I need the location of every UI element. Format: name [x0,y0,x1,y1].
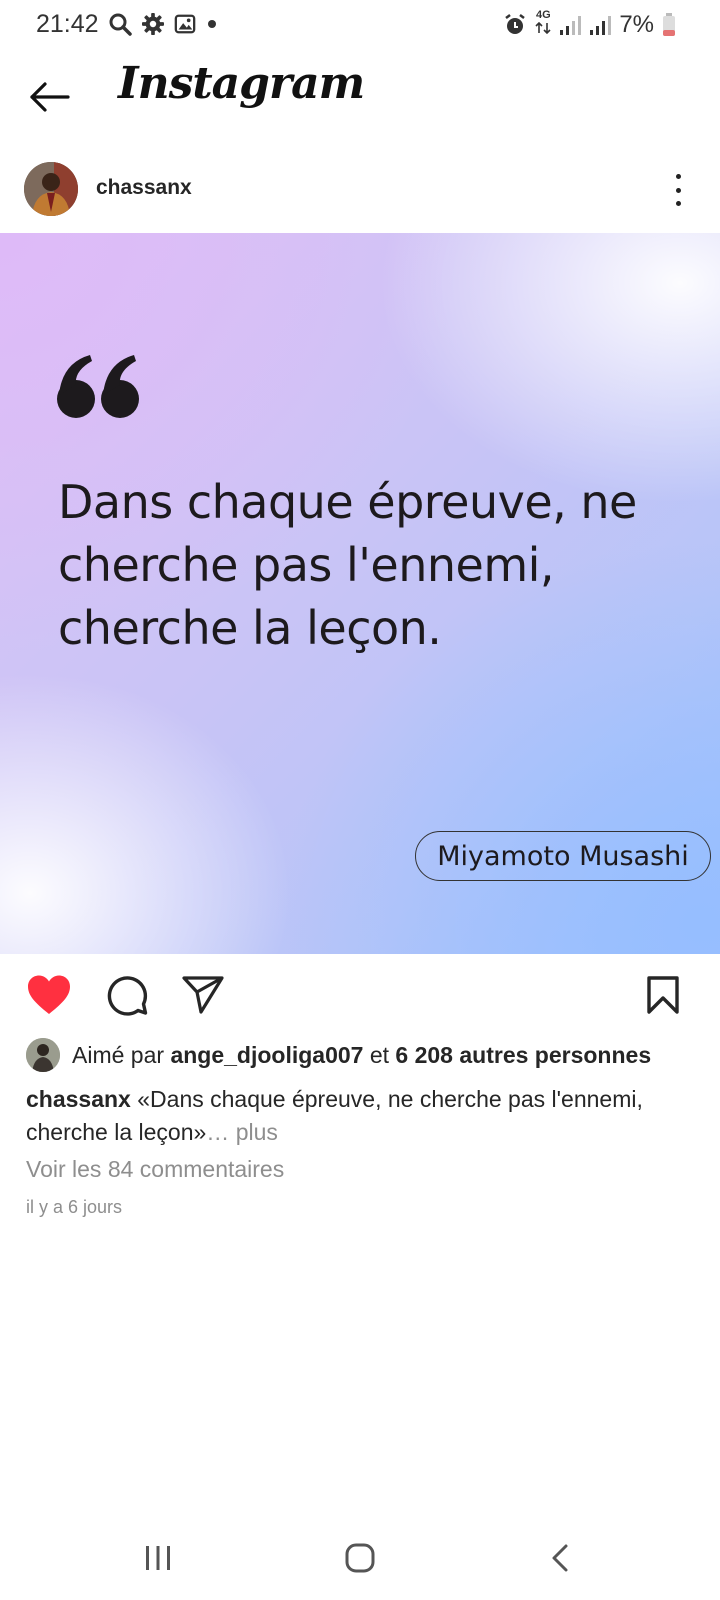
quote-line: Dans chaque épreuve, ne [58,475,637,529]
quote-line: cherche la leçon. [58,601,442,655]
home-icon [345,1543,375,1573]
quote-text: Dans chaque épreuve, ne cherche pas l'en… [58,471,678,660]
search-icon [109,13,132,36]
battery-percent: 7% [619,10,654,38]
alarm-icon [505,13,526,34]
instagram-logo: Instagram [118,58,365,109]
more-options-button[interactable] [668,168,688,212]
nav-back-button[interactable] [530,1536,590,1580]
post-image[interactable]: Dans chaque épreuve, ne cherche pas l'en… [0,233,720,954]
send-icon [182,976,224,1014]
comment-icon [107,976,148,1016]
gear-icon [142,13,164,35]
quote-author: Miyamoto Musashi [415,831,711,881]
liker-avatar [26,1038,60,1072]
nav-back-icon [552,1544,568,1572]
save-button[interactable] [638,970,688,1020]
caption-ellipsis: … [206,1119,230,1145]
post-caption: chassanx «Dans chaque épreuve, ne cherch… [26,1083,706,1149]
bookmark-icon [647,976,679,1014]
signal-icon [560,15,582,35]
status-bar: 21:42 4G 7% [0,0,720,52]
view-comments-link[interactable]: Voir les 84 commentaires [26,1156,284,1183]
quote-icon [57,355,139,418]
status-right-icons: 4G 7% [503,10,676,39]
battery-icon [663,12,675,36]
arrow-left-icon [30,82,70,112]
network-type: 4G [535,10,551,39]
post-header: chassanx [0,150,720,232]
like-button[interactable] [24,970,74,1020]
signal-icon-2 [590,15,612,35]
liker-username[interactable]: ange_djooliga007 [170,1042,363,1068]
app-header: Instagram [0,52,720,144]
gallery-icon [174,14,196,34]
likes-row[interactable]: Aimé par ange_djooliga007 et 6 208 autre… [26,1036,651,1074]
status-notification-icons [108,12,218,36]
share-button[interactable] [178,970,228,1020]
dot-icon [208,20,216,28]
system-nav-bar [0,1520,720,1600]
more-vertical-icon [675,174,681,179]
post-action-bar [0,960,720,1032]
post-username[interactable]: chassanx [96,176,192,200]
home-button[interactable] [330,1536,390,1580]
quote-line: cherche pas l'ennemi, [58,538,555,592]
post-timestamp: il y a 6 jours [26,1197,123,1217]
back-button[interactable] [24,72,74,122]
recents-icon [146,1546,170,1570]
status-time: 21:42 [36,10,99,38]
caption-more-link[interactable]: plus [236,1119,278,1145]
comment-button[interactable] [102,970,152,1020]
likes-count[interactable]: 6 208 autres personnes [395,1042,651,1068]
likes-text: Aimé par ange_djooliga007 et 6 208 autre… [72,1041,652,1068]
heart-filled-icon [28,975,70,1014]
recents-button[interactable] [128,1536,188,1580]
avatar[interactable] [24,162,78,216]
caption-username[interactable]: chassanx [26,1086,131,1112]
